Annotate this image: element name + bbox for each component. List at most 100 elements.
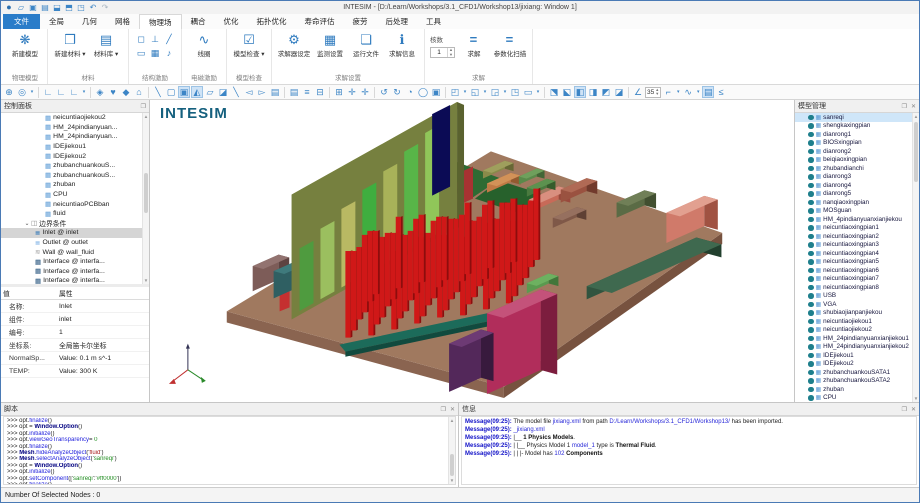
component-list-item[interactable]: ▦USB xyxy=(795,292,919,301)
component-list-item[interactable]: ▦neicuntiaojiekou1 xyxy=(795,317,919,326)
curve-type-icon[interactable]: ∿ xyxy=(682,86,694,98)
component-list-item[interactable]: ▦neicuntiaoxingpian4 xyxy=(795,249,919,258)
tab-7[interactable]: 寿命评估 xyxy=(296,14,344,29)
view-cube-left-icon[interactable]: ◧ xyxy=(574,86,586,98)
hide-icon[interactable]: ⊟ xyxy=(314,86,326,98)
component-list-item[interactable]: ▦dianrong5 xyxy=(795,190,919,199)
limit-icon[interactable]: ≤ xyxy=(715,86,727,98)
tree-item[interactable]: ▦Interface @ interfa... xyxy=(1,267,149,277)
solve-button[interactable]: = 求解 xyxy=(457,32,491,58)
excitation-icon-2[interactable]: ╱ xyxy=(162,32,176,46)
property-row[interactable]: 名称:Inlet xyxy=(1,300,149,313)
clip-z-caret[interactable]: ▾ xyxy=(502,86,508,98)
pan-icon[interactable]: ⊕ xyxy=(3,86,15,98)
component-list-item[interactable]: ▦zhuban xyxy=(795,385,919,394)
component-list-item[interactable]: ▦neicuntiaoxingpian7 xyxy=(795,275,919,284)
property-row[interactable]: TEMP:Value: 300 K xyxy=(1,365,149,378)
component-list-item[interactable]: ▦beiqiaoxingpian xyxy=(795,156,919,165)
select-prev-icon[interactable]: ◅ xyxy=(243,86,255,98)
tree-item[interactable]: ▦Interface @ interfa... xyxy=(1,257,149,267)
component-list-item[interactable]: ▦neicuntiaoxingpian2 xyxy=(795,232,919,241)
scroll-down-icon[interactable]: ▼ xyxy=(449,477,455,484)
tree-item[interactable]: ≋Wall @ wall_fluid xyxy=(1,247,149,257)
component-list-item[interactable]: ▦neicuntiaoxingpian6 xyxy=(795,266,919,275)
script-log[interactable]: >>> opt.finalize()>>> opt = Window.Optio… xyxy=(3,416,456,485)
excitation-icon-3[interactable]: ▭ xyxy=(134,46,148,60)
left-tree-scrollbar[interactable]: ▲ ▼ xyxy=(142,113,149,284)
component-list-item[interactable]: ▦HM_24pindianyuanxianjiekou2 xyxy=(795,343,919,352)
tab-5[interactable]: 优化 xyxy=(215,14,248,29)
grid-icon[interactable]: ⊞ xyxy=(333,86,345,98)
viewport-3d[interactable]: INTESIM xyxy=(150,100,795,402)
tree-item[interactable]: ▦zhubanchuankouS... xyxy=(1,171,149,181)
float-panel-icon[interactable]: ❐ xyxy=(141,103,146,110)
tree-item[interactable]: ▦Interface @ interfa... xyxy=(1,276,149,286)
scroll-up-icon[interactable]: ▲ xyxy=(913,113,919,120)
app-logo-icon[interactable]: ● xyxy=(4,2,14,13)
select-next-icon[interactable]: ▻ xyxy=(256,86,268,98)
tree-item[interactable]: ▦neicuntiaojiekou2 xyxy=(1,113,149,123)
tab-2[interactable]: 网格 xyxy=(106,14,139,29)
redo-icon[interactable]: ↷ xyxy=(100,2,110,13)
fit-view-icon[interactable]: ♥ xyxy=(107,86,119,98)
corner-caret[interactable]: ▾ xyxy=(675,86,681,98)
save-as-icon[interactable]: ▤ xyxy=(40,2,50,13)
float-panel-icon[interactable]: ❐ xyxy=(902,103,907,110)
save-all-icon[interactable]: ◳ xyxy=(76,2,86,13)
component-list-item[interactable]: ▦neicuntiaoxingpian5 xyxy=(795,258,919,267)
wireframe-icon[interactable]: ▤ xyxy=(288,86,300,98)
component-list-item[interactable]: ▦neicuntiaoxingpian8 xyxy=(795,283,919,292)
component-list-item[interactable]: ▦dianrong3 xyxy=(795,173,919,182)
view-xy-icon[interactable]: ∟ xyxy=(42,86,54,98)
tab-1[interactable]: 几何 xyxy=(73,14,106,29)
zoom-window-icon[interactable]: ◎ xyxy=(16,86,28,98)
property-row[interactable]: 坐标系:全局笛卡尔坐标 xyxy=(1,339,149,352)
monitor-settings-button[interactable]: ▦ 监测设置 xyxy=(313,32,347,58)
select-face-icon[interactable]: ▣ xyxy=(178,86,190,98)
clip-y-icon[interactable]: ◱ xyxy=(469,86,481,98)
component-list-item[interactable]: ▦neicuntiaojiekou2 xyxy=(795,326,919,335)
rotate-left-icon[interactable]: ↺ xyxy=(378,86,390,98)
component-list-item[interactable]: ▦shubiaojianpanjiekou xyxy=(795,309,919,318)
tab-4[interactable]: 耦合 xyxy=(182,14,215,29)
shaded-view-icon[interactable]: ◆ xyxy=(120,86,132,98)
tree-item[interactable]: ▦CPU xyxy=(1,190,149,200)
component-list-item[interactable]: ▦VGA xyxy=(795,300,919,309)
tab-3[interactable]: 物理场 xyxy=(139,14,182,29)
file-menu-button[interactable]: 文件 xyxy=(3,14,40,29)
scroll-down-icon[interactable]: ▼ xyxy=(913,395,919,402)
iso-view-icon[interactable]: ◈ xyxy=(94,86,106,98)
zoom-caret[interactable]: ▾ xyxy=(29,86,35,98)
tree-item[interactable]: ▦fluid xyxy=(1,209,149,219)
component-list-item[interactable]: ▦neicuntiaoxingpian3 xyxy=(795,241,919,250)
size-spinner[interactable]: 35▲▼ xyxy=(645,87,661,98)
component-list-item[interactable]: ▦zhubanchuankouSATA1 xyxy=(795,368,919,377)
triad-icon[interactable]: ✛ xyxy=(359,86,371,98)
clip-x-caret[interactable]: ▾ xyxy=(462,86,468,98)
select-line-icon[interactable]: ╲ xyxy=(152,86,164,98)
export-icon[interactable]: ⬒ xyxy=(64,2,74,13)
component-list-item[interactable]: ▦HM_4pindianyuanxianjiekou xyxy=(795,215,919,224)
right-tree-scrollbar[interactable]: ▲ ▼ xyxy=(912,113,919,402)
component-list-item[interactable]: ▦nanqiaoxingpian xyxy=(795,198,919,207)
tree-item[interactable]: ≣Inlet @ inlet xyxy=(1,228,149,238)
clip-z-icon[interactable]: ◲ xyxy=(489,86,501,98)
excitation-icon-0[interactable]: ◻ xyxy=(134,32,148,46)
close-panel-icon[interactable]: ✕ xyxy=(911,103,916,110)
component-list-item[interactable]: ▦CPU xyxy=(795,394,919,403)
home-view-icon[interactable]: ⌂ xyxy=(133,86,145,98)
solver-setup-button[interactable]: ⚙ 求解器设定 xyxy=(277,32,311,58)
view-xz-icon[interactable]: ∟ xyxy=(68,86,80,98)
component-list-item[interactable]: ▦HM_24pindianyuanxianjiekou1 xyxy=(795,334,919,343)
component-list-item[interactable]: ▦zhubandianchi xyxy=(795,164,919,173)
info-log[interactable]: Message(09:25): The model file jixiang.x… xyxy=(461,416,917,485)
axes-icon[interactable]: ✛ xyxy=(346,86,358,98)
rotate-right-icon[interactable]: ↻ xyxy=(391,86,403,98)
slice-caret[interactable]: ▾ xyxy=(535,86,541,98)
component-list-item[interactable]: ▦dianrong1 xyxy=(795,130,919,139)
component-list-item[interactable]: ▦shengkaxingpian xyxy=(795,122,919,131)
select-body-icon[interactable]: ◪ xyxy=(217,86,229,98)
undo-icon[interactable]: ↶ xyxy=(88,2,98,13)
component-list-item[interactable]: ▦IDEjiekou2 xyxy=(795,360,919,369)
tree-item[interactable]: ▦zhuban xyxy=(1,180,149,190)
